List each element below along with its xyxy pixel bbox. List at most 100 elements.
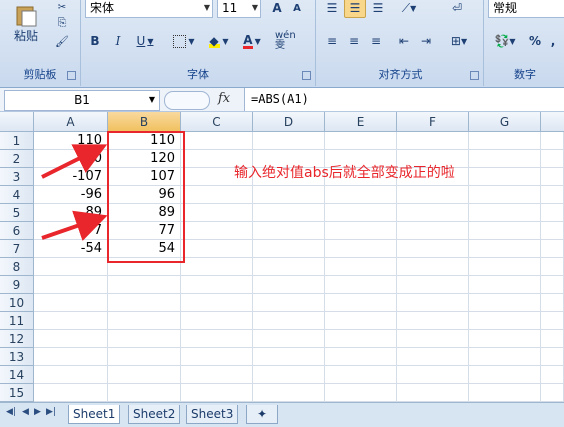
cell[interactable] xyxy=(325,384,397,402)
cell[interactable] xyxy=(253,294,325,312)
cell[interactable] xyxy=(325,204,397,222)
paste-button[interactable]: 粘贴 xyxy=(6,0,46,48)
cell[interactable] xyxy=(34,348,108,366)
cell[interactable] xyxy=(253,258,325,276)
cell[interactable] xyxy=(181,276,253,294)
cell[interactable] xyxy=(469,150,541,168)
cell[interactable] xyxy=(181,312,253,330)
cell[interactable] xyxy=(325,330,397,348)
cell[interactable] xyxy=(108,294,181,312)
cell[interactable] xyxy=(325,240,397,258)
cell[interactable] xyxy=(397,186,469,204)
increase-indent-button[interactable]: ⇥ xyxy=(416,31,436,51)
row-header[interactable]: 10 xyxy=(0,294,34,312)
decrease-indent-button[interactable]: ⇤ xyxy=(394,31,414,51)
cell[interactable] xyxy=(541,294,564,312)
cell[interactable] xyxy=(108,330,181,348)
border-button[interactable]: ▼ xyxy=(169,31,199,51)
cell[interactable] xyxy=(253,366,325,384)
cell[interactable] xyxy=(541,132,564,150)
cell[interactable] xyxy=(34,312,108,330)
column-header-d[interactable]: D xyxy=(253,112,325,132)
cell[interactable] xyxy=(253,276,325,294)
cell[interactable] xyxy=(541,150,564,168)
cell[interactable] xyxy=(469,366,541,384)
cell[interactable] xyxy=(397,366,469,384)
formula-bar-splitter[interactable] xyxy=(164,91,210,110)
cell[interactable] xyxy=(469,132,541,150)
first-sheet-icon[interactable]: ◀| xyxy=(6,407,16,417)
cell[interactable] xyxy=(108,276,181,294)
format-painter-button[interactable]: 🖌 xyxy=(52,32,72,50)
cell[interactable] xyxy=(34,384,108,402)
orientation-button[interactable]: ⟋ ▼ xyxy=(394,0,424,18)
cut-button[interactable]: ✂ xyxy=(52,0,72,14)
cell[interactable] xyxy=(469,384,541,402)
cell[interactable] xyxy=(34,276,108,294)
bold-button[interactable]: B xyxy=(85,31,105,51)
cell[interactable] xyxy=(541,276,564,294)
cell[interactable] xyxy=(397,204,469,222)
cell[interactable] xyxy=(325,258,397,276)
cell[interactable] xyxy=(469,330,541,348)
sheet-tab-2[interactable]: Sheet2 xyxy=(128,405,181,424)
align-center-button[interactable]: ≡ xyxy=(344,31,364,51)
row-header[interactable]: 15 xyxy=(0,384,34,402)
shrink-font-button[interactable]: A xyxy=(287,0,307,18)
cell[interactable] xyxy=(469,168,541,186)
row-header[interactable]: 9 xyxy=(0,276,34,294)
cell[interactable] xyxy=(325,348,397,366)
percent-button[interactable]: % xyxy=(526,31,544,51)
cell[interactable] xyxy=(541,330,564,348)
copy-button[interactable]: ⎘ xyxy=(52,14,72,32)
cell[interactable] xyxy=(253,240,325,258)
cell[interactable] xyxy=(469,276,541,294)
align-bottom-button[interactable]: ☰ xyxy=(368,0,388,18)
cell[interactable] xyxy=(469,312,541,330)
cell[interactable] xyxy=(34,330,108,348)
number-format-select[interactable]: 常规 xyxy=(488,0,564,18)
phonetic-button[interactable]: wén 雯 xyxy=(274,29,308,53)
cell[interactable] xyxy=(397,312,469,330)
cell[interactable] xyxy=(469,294,541,312)
cell[interactable] xyxy=(541,240,564,258)
cell[interactable] xyxy=(108,312,181,330)
cell[interactable] xyxy=(253,348,325,366)
cell[interactable] xyxy=(108,348,181,366)
sheet-tab-1[interactable]: Sheet1 xyxy=(68,405,121,424)
fill-color-button[interactable]: ◆ ▼ xyxy=(204,31,234,51)
currency-button[interactable]: 💱 ▼ xyxy=(490,31,520,51)
cell[interactable] xyxy=(397,330,469,348)
cell[interactable] xyxy=(397,384,469,402)
font-size-select[interactable]: 11 ▼ xyxy=(217,0,261,18)
cell[interactable] xyxy=(469,204,541,222)
cell[interactable] xyxy=(541,186,564,204)
row-header[interactable]: 13 xyxy=(0,348,34,366)
cell[interactable] xyxy=(469,258,541,276)
cell[interactable] xyxy=(34,366,108,384)
cell[interactable] xyxy=(541,168,564,186)
last-sheet-icon[interactable]: ▶| xyxy=(46,407,56,417)
insert-function-icon[interactable]: fx xyxy=(218,91,230,106)
name-box[interactable]: B1 ▼ xyxy=(4,90,160,111)
font-name-select[interactable]: 宋体 ▼ xyxy=(85,0,213,18)
font-color-button[interactable]: A ▼ xyxy=(237,31,267,51)
column-header-f[interactable]: F xyxy=(397,112,469,132)
cell[interactable] xyxy=(325,276,397,294)
cell[interactable] xyxy=(253,222,325,240)
formula-input[interactable]: =ABS(A1) xyxy=(244,88,564,111)
column-header-g[interactable]: G xyxy=(469,112,541,132)
row-header[interactable]: 11 xyxy=(0,312,34,330)
alignment-launcher-icon[interactable] xyxy=(470,71,479,80)
cell[interactable] xyxy=(397,222,469,240)
cell[interactable] xyxy=(253,384,325,402)
cell[interactable] xyxy=(541,222,564,240)
font-launcher-icon[interactable] xyxy=(302,71,311,80)
cell[interactable] xyxy=(181,366,253,384)
cell[interactable] xyxy=(397,132,469,150)
cell[interactable] xyxy=(325,366,397,384)
italic-button[interactable]: I xyxy=(108,31,128,51)
cell[interactable] xyxy=(325,186,397,204)
cell[interactable] xyxy=(34,294,108,312)
cell[interactable] xyxy=(325,294,397,312)
